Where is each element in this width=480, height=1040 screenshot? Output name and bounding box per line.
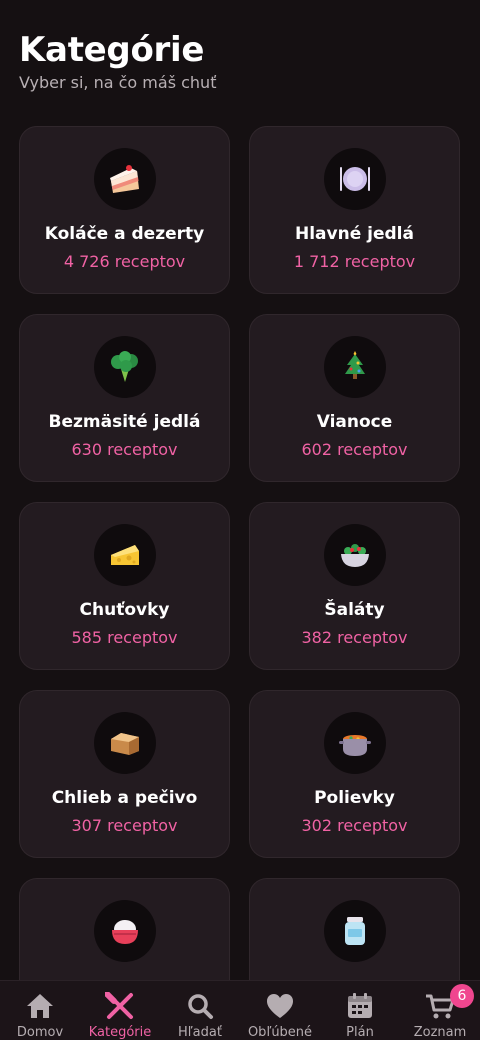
category-card[interactable]: Chlieb a pečivo 307 receptov xyxy=(19,690,230,858)
calendar-icon xyxy=(344,991,376,1021)
nav-item-categories[interactable]: Kategórie xyxy=(80,981,160,1040)
home-icon xyxy=(24,991,56,1021)
category-card[interactable]: Šaláty 382 receptov xyxy=(249,502,460,670)
jar-icon xyxy=(323,900,386,962)
category-count: 630 receptov xyxy=(71,440,178,459)
nav-label: Kategórie xyxy=(88,1025,152,1040)
nav-label: Obľúbené xyxy=(247,1025,313,1040)
category-name: Vianoce xyxy=(316,412,393,432)
category-name: Polievky xyxy=(314,788,395,808)
category-name: Chuťovky xyxy=(79,600,170,620)
category-card[interactable]: Chuťovky 585 receptov xyxy=(19,502,230,670)
heart-icon xyxy=(264,991,296,1021)
cheese-icon xyxy=(93,524,156,586)
nav-item-plan[interactable]: Plán xyxy=(320,981,400,1040)
category-card[interactable]: Hlavné jedlá 1 712 receptov xyxy=(249,126,460,294)
nav-label: Domov xyxy=(16,1025,64,1040)
category-grid: Koláče a dezerty 4 726 receptov Hlavné j… xyxy=(19,126,460,1040)
category-card[interactable]: Bezmäsité jedlá 630 receptov xyxy=(19,314,230,482)
page-header: Kategórie Vyber si, na čo máš chuť xyxy=(19,28,216,94)
nav-item-list[interactable]: 6 Zoznam xyxy=(400,981,480,1040)
nav-item-favorites[interactable]: Obľúbené xyxy=(240,981,320,1040)
category-count: 602 receptov xyxy=(301,440,408,459)
nav-label: Zoznam xyxy=(413,1025,467,1040)
category-name: Koláče a dezerty xyxy=(44,224,205,244)
category-name: Hlavné jedlá xyxy=(295,224,414,244)
search-icon xyxy=(184,991,216,1021)
cart-count-badge: 6 xyxy=(450,984,474,1008)
category-name: Šaláty xyxy=(324,600,385,620)
category-card[interactable]: Vianoce 602 receptov xyxy=(249,314,460,482)
category-count: 382 receptov xyxy=(301,628,408,647)
category-count: 1 712 receptov xyxy=(293,252,416,271)
utensils-icon xyxy=(104,991,136,1021)
page-title: Kategórie xyxy=(19,30,205,70)
category-name: Bezmäsité jedlá xyxy=(48,412,201,432)
broccoli-icon xyxy=(93,336,156,398)
category-count: 307 receptov xyxy=(71,816,178,835)
plate-icon xyxy=(323,148,386,210)
category-count: 302 receptov xyxy=(301,816,408,835)
category-count: 4 726 receptov xyxy=(63,252,186,271)
category-name: Chlieb a pečivo xyxy=(51,788,198,808)
nav-item-search[interactable]: Hľadať xyxy=(160,981,240,1040)
page-subtitle: Vyber si, na čo máš chuť xyxy=(19,73,217,92)
nav-label: Plán xyxy=(346,1025,374,1040)
soup-icon xyxy=(323,712,386,774)
category-card[interactable]: Polievky 302 receptov xyxy=(249,690,460,858)
rice-bowl-icon xyxy=(93,900,156,962)
nav-label: Hľadať xyxy=(178,1025,222,1040)
salad-icon xyxy=(323,524,386,586)
cake-icon xyxy=(93,148,156,210)
category-count: 585 receptov xyxy=(71,628,178,647)
bottom-navigation: Domov Kategórie Hľadať Obľúbené Plán 6 Z… xyxy=(0,980,480,1040)
bread-icon xyxy=(93,712,156,774)
nav-item-home[interactable]: Domov xyxy=(0,981,80,1040)
christmas-tree-icon xyxy=(323,336,386,398)
category-card[interactable]: Koláče a dezerty 4 726 receptov xyxy=(19,126,230,294)
